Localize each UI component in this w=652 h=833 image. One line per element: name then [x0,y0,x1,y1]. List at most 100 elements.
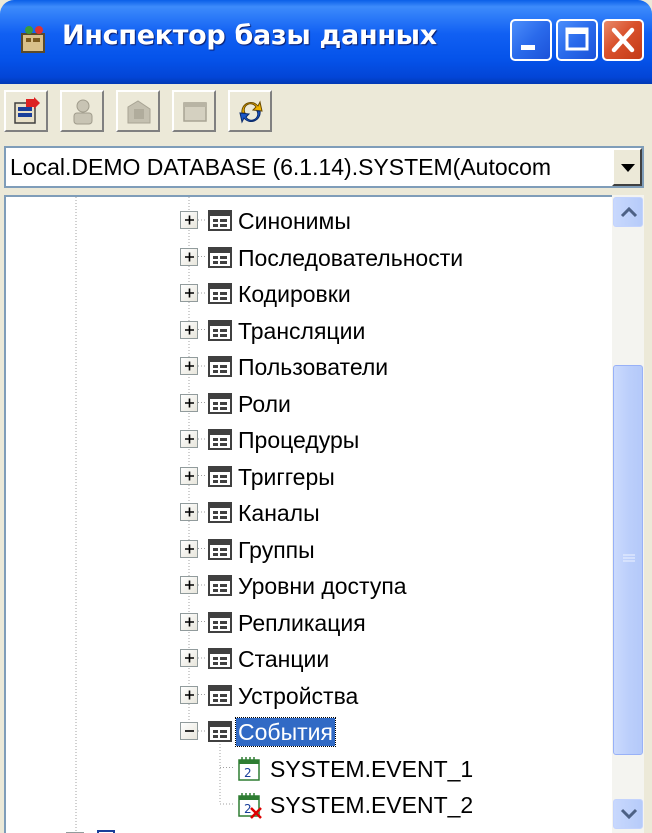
chevron-down-icon [620,808,638,820]
expand-icon [185,653,194,663]
expand-icon [185,252,194,261]
tree-node-label: Кодировки [238,281,351,307]
folder-icon [208,648,232,669]
expand-icon [185,361,194,371]
grip-icon [623,554,635,562]
expand-icon [185,471,194,480]
tree-node-label: Группы [238,536,315,563]
scroll-thumb[interactable] [613,365,643,755]
folder-icon [208,721,232,742]
tree-node-label: Триггеры [238,463,335,490]
expand-icon [185,215,194,225]
tree-node-label: Последовательности [238,244,464,271]
close-button[interactable] [602,19,644,61]
minimize-icon [521,45,535,50]
new-connection-button[interactable] [4,90,48,132]
properties-button[interactable] [116,90,160,132]
tree-node-label: События [235,717,336,747]
expand-toggle[interactable] [180,539,198,558]
expand-toggle[interactable] [180,612,198,631]
tree-node-label: Уровни доступа [238,573,407,599]
tree-leaf-label: SYSTEM.EVENT_1 [270,755,474,782]
folder-icon [208,283,232,304]
folder-icon [208,465,232,487]
expand-icon [185,690,194,699]
folder-icon [208,356,232,377]
expand-toggle[interactable] [180,393,198,412]
expand-icon [185,288,194,298]
expand-toggle[interactable] [180,430,198,448]
scroll-up-button[interactable] [613,197,643,227]
expand-toggle[interactable] [180,466,198,485]
toolbar [0,84,652,138]
tree-node-label: Станции [238,646,330,672]
svg-text:2: 2 [244,766,252,780]
sql-window-icon [183,102,207,122]
folder-icon [208,684,232,706]
expand-toggle[interactable] [180,320,198,339]
tree-node-label: Трансляции [238,317,366,344]
user-icon [73,99,93,125]
database-inspector-window: Инспектор базы данных Local.DEMO DATABAS… [0,0,652,833]
close-icon [611,27,635,53]
event-disabled-icon: 2 [238,793,262,819]
maximize-icon [565,27,589,51]
expand-toggle[interactable] [180,503,198,521]
tree-node-label: Пользователи [238,354,389,380]
properties-icon [127,100,151,124]
maximize-button[interactable] [556,19,598,61]
folder-icon [208,538,232,560]
chevron-down-icon [621,164,635,172]
scroll-down-button[interactable] [613,799,643,829]
tree-node-label: Роли [238,390,291,417]
expand-icon [185,580,194,590]
connection-dropdown-button[interactable] [612,148,642,186]
expand-icon [185,325,194,334]
expand-icon [185,617,194,626]
database-inspector-icon [21,26,45,53]
folder-icon [208,611,232,633]
tree-node-label: Demo [122,828,187,833]
title-bar[interactable]: Инспектор базы данных [0,0,652,84]
expand-toggle[interactable] [180,284,198,302]
expand-icon [185,434,194,444]
folder-icon [208,319,232,341]
expand-toggle[interactable] [180,357,198,375]
connection-select-value: Local.DEMO DATABASE (6.1.14).SYSTEM(Auto… [10,154,552,180]
refresh-button[interactable] [228,90,272,132]
expand-icon [185,398,194,407]
expand-toggle[interactable] [180,247,198,266]
tree-node-label: Репликация [238,609,366,636]
collapse-toggle[interactable] [180,722,198,740]
refresh-icon [239,100,263,124]
folder-icon [208,502,232,523]
event-icon: 2 [238,756,260,781]
expand-icon [185,544,194,553]
chevron-up-icon [620,206,638,218]
tree-node-label: Устройства [238,682,359,709]
folder-icon [208,392,232,414]
sql-window-button[interactable] [172,90,216,132]
tree-node-label: Синонимы [238,208,351,234]
minimize-button[interactable] [510,19,552,61]
vertical-scrollbar[interactable] [612,195,644,833]
database-tree[interactable]: Синонимы Последовательности Кодировки Тр… [4,195,644,833]
database-icon [97,829,115,833]
window-title: Инспектор базы данных [62,20,437,51]
collapse-icon [185,730,194,732]
expand-toggle[interactable] [180,649,198,667]
tree-node-label: Каналы [238,500,320,526]
expand-toggle[interactable] [180,576,198,594]
folder-icon [208,246,232,268]
folder-icon [208,210,232,231]
tree-node-label: Процедуры [238,427,360,453]
tree-leaf-label: SYSTEM.EVENT_2 [270,792,474,818]
expand-icon [185,507,194,517]
folder-icon [208,429,232,450]
expand-toggle[interactable] [180,685,198,704]
user-button[interactable] [60,90,104,132]
new-connection-icon [14,97,40,124]
folder-icon [208,575,232,596]
expand-toggle[interactable] [180,211,198,229]
connection-select[interactable]: Local.DEMO DATABASE (6.1.14).SYSTEM(Auto… [4,146,644,188]
